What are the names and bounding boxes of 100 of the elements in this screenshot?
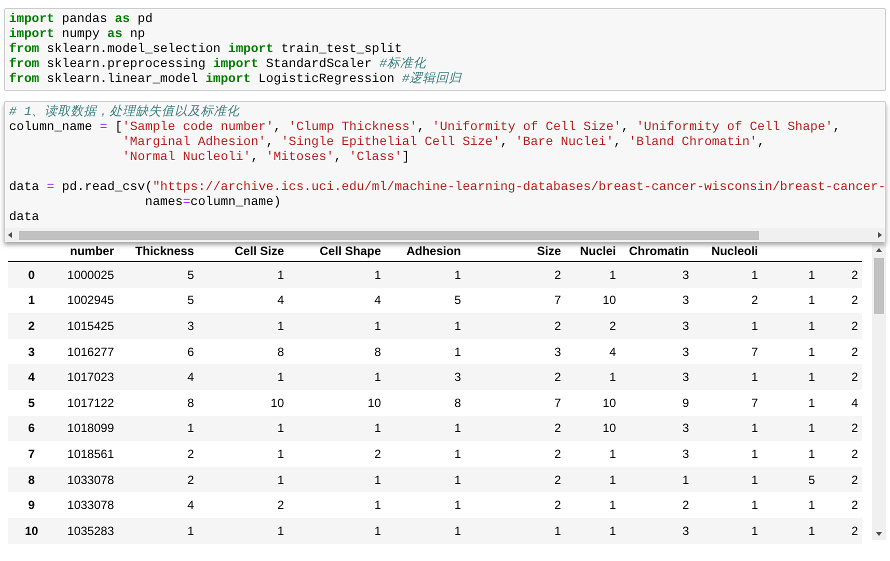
- table-cell: 1: [751, 472, 758, 487]
- table-cell: 1: [374, 421, 381, 436]
- row-index: 5: [28, 396, 35, 410]
- table-cell: 2: [851, 268, 858, 282]
- table-cell: 3: [682, 268, 689, 282]
- scrollbar-thumb[interactable]: [19, 231, 759, 240]
- table-cell: 3: [187, 318, 194, 333]
- scrollbar[interactable]: [5, 228, 885, 242]
- row-index: 0: [28, 268, 35, 282]
- table-cell: 1: [751, 421, 758, 436]
- row-index: 4: [28, 370, 35, 384]
- table-cell: 1: [751, 524, 758, 538]
- table-cell: 1: [554, 524, 561, 538]
- table-cell: 2: [851, 472, 858, 487]
- table-cell: 1: [277, 318, 284, 333]
- row-index: 8: [28, 472, 35, 487]
- column-header: Chromatin: [629, 244, 689, 258]
- table-cell: 3: [682, 446, 689, 461]
- table-cell: 3: [682, 318, 689, 333]
- code-line: from sklearn.linear_model import LogisticRegression #逻辑回归: [9, 72, 462, 87]
- table-cell: 1: [609, 446, 616, 461]
- table-cell: 1: [374, 370, 381, 384]
- table-cell: 2: [277, 498, 284, 512]
- table-cell: 4: [187, 498, 194, 512]
- table-cell: 1: [454, 318, 461, 333]
- table-cell: 2: [851, 524, 858, 538]
- table-cell: 4: [277, 293, 284, 308]
- table-cell: 8: [277, 344, 284, 359]
- column-header: Thickness: [135, 244, 194, 258]
- code-line: # 1、读取数据，处理缺失值以及标准化: [9, 105, 240, 120]
- code-line: names=column_name): [145, 195, 282, 210]
- table-cell: 5: [187, 293, 194, 308]
- table-cell: 7: [751, 344, 758, 359]
- row-index: 2: [28, 318, 35, 333]
- table-cell: 1: [374, 268, 381, 282]
- table-cell: 1: [808, 396, 815, 410]
- code-line: import numpy as np: [9, 27, 146, 42]
- table-cell: 1: [751, 370, 758, 384]
- table-cell: 1: [187, 524, 194, 538]
- table-cell: 3: [454, 370, 461, 384]
- column-header: Cell Size: [234, 244, 284, 258]
- table-cell: 1018099: [67, 421, 114, 436]
- table-cell: 1015425: [67, 318, 114, 333]
- column-header: Size: [536, 244, 561, 258]
- table-cell: 2: [851, 498, 858, 512]
- table-cell: 7: [554, 396, 561, 410]
- table-cell: 2: [554, 421, 561, 436]
- table-cell: 2: [609, 318, 616, 333]
- row-index: 9: [28, 498, 35, 512]
- table-cell: 2: [851, 421, 858, 436]
- column-header: Nuclei: [580, 244, 616, 258]
- scrollbar[interactable]: [872, 244, 886, 540]
- table-cell: 8: [454, 396, 461, 410]
- column-header: Nucleoli: [711, 244, 758, 258]
- row-index: 3: [28, 344, 35, 359]
- table-cell: 5: [808, 472, 815, 487]
- table-cell: 1: [808, 524, 815, 538]
- column-header: Cell Shape: [320, 244, 381, 258]
- table-cell: 1: [808, 498, 815, 512]
- table-cell: 1: [454, 524, 461, 538]
- table-cell: 3: [682, 421, 689, 436]
- code-line: data: [9, 210, 40, 225]
- table-cell: 8: [374, 344, 381, 359]
- row-index: 7: [28, 446, 35, 461]
- table-cell: 6: [187, 344, 194, 359]
- table-cell: 9: [682, 396, 689, 410]
- table-cell: 1: [277, 472, 284, 487]
- table-cell: 2: [851, 318, 858, 333]
- row-index: 10: [24, 524, 38, 538]
- table-cell: 3: [682, 293, 689, 308]
- table-cell: 1: [808, 370, 815, 384]
- table-cell: 4: [609, 344, 616, 359]
- code-cell[interactable]: [4, 8, 886, 91]
- table-cell: 1: [808, 446, 815, 461]
- table-cell: 1002945: [67, 293, 114, 308]
- table-cell: 1: [454, 498, 461, 512]
- table-cell: 1: [277, 421, 284, 436]
- table-cell: 1: [374, 318, 381, 333]
- table-cell: 2: [851, 293, 858, 308]
- table-cell: 1: [374, 498, 381, 512]
- table-cell: 1: [609, 498, 616, 512]
- table-cell: 1017122: [67, 396, 114, 410]
- code-line: from sklearn.preprocessing import StandardScaler #标准化: [9, 57, 426, 72]
- table-cell: 1: [454, 446, 461, 461]
- table-cell: 1: [277, 446, 284, 461]
- scrollbar-thumb[interactable]: [874, 258, 884, 314]
- table-cell: 1: [609, 268, 616, 282]
- table-cell: 1: [454, 344, 461, 359]
- table-cell: 7: [554, 293, 561, 308]
- table-cell: 1: [454, 268, 461, 282]
- table-cell: 10: [602, 293, 616, 308]
- table-cell: 10: [602, 396, 616, 410]
- table-cell: 1: [751, 498, 758, 512]
- table-cell: 2: [554, 268, 561, 282]
- table-cell: 3: [682, 344, 689, 359]
- table-cell: 8: [187, 396, 194, 410]
- code-cell[interactable]: [4, 101, 886, 242]
- table-cell: 1033078: [67, 472, 114, 487]
- table-cell: 3: [682, 524, 689, 538]
- code-line: column_name = ['Sample code number', 'Clump Thickness', 'Uniformity of Cell Size', 'Uniformity of Cell Shape',: [9, 120, 840, 135]
